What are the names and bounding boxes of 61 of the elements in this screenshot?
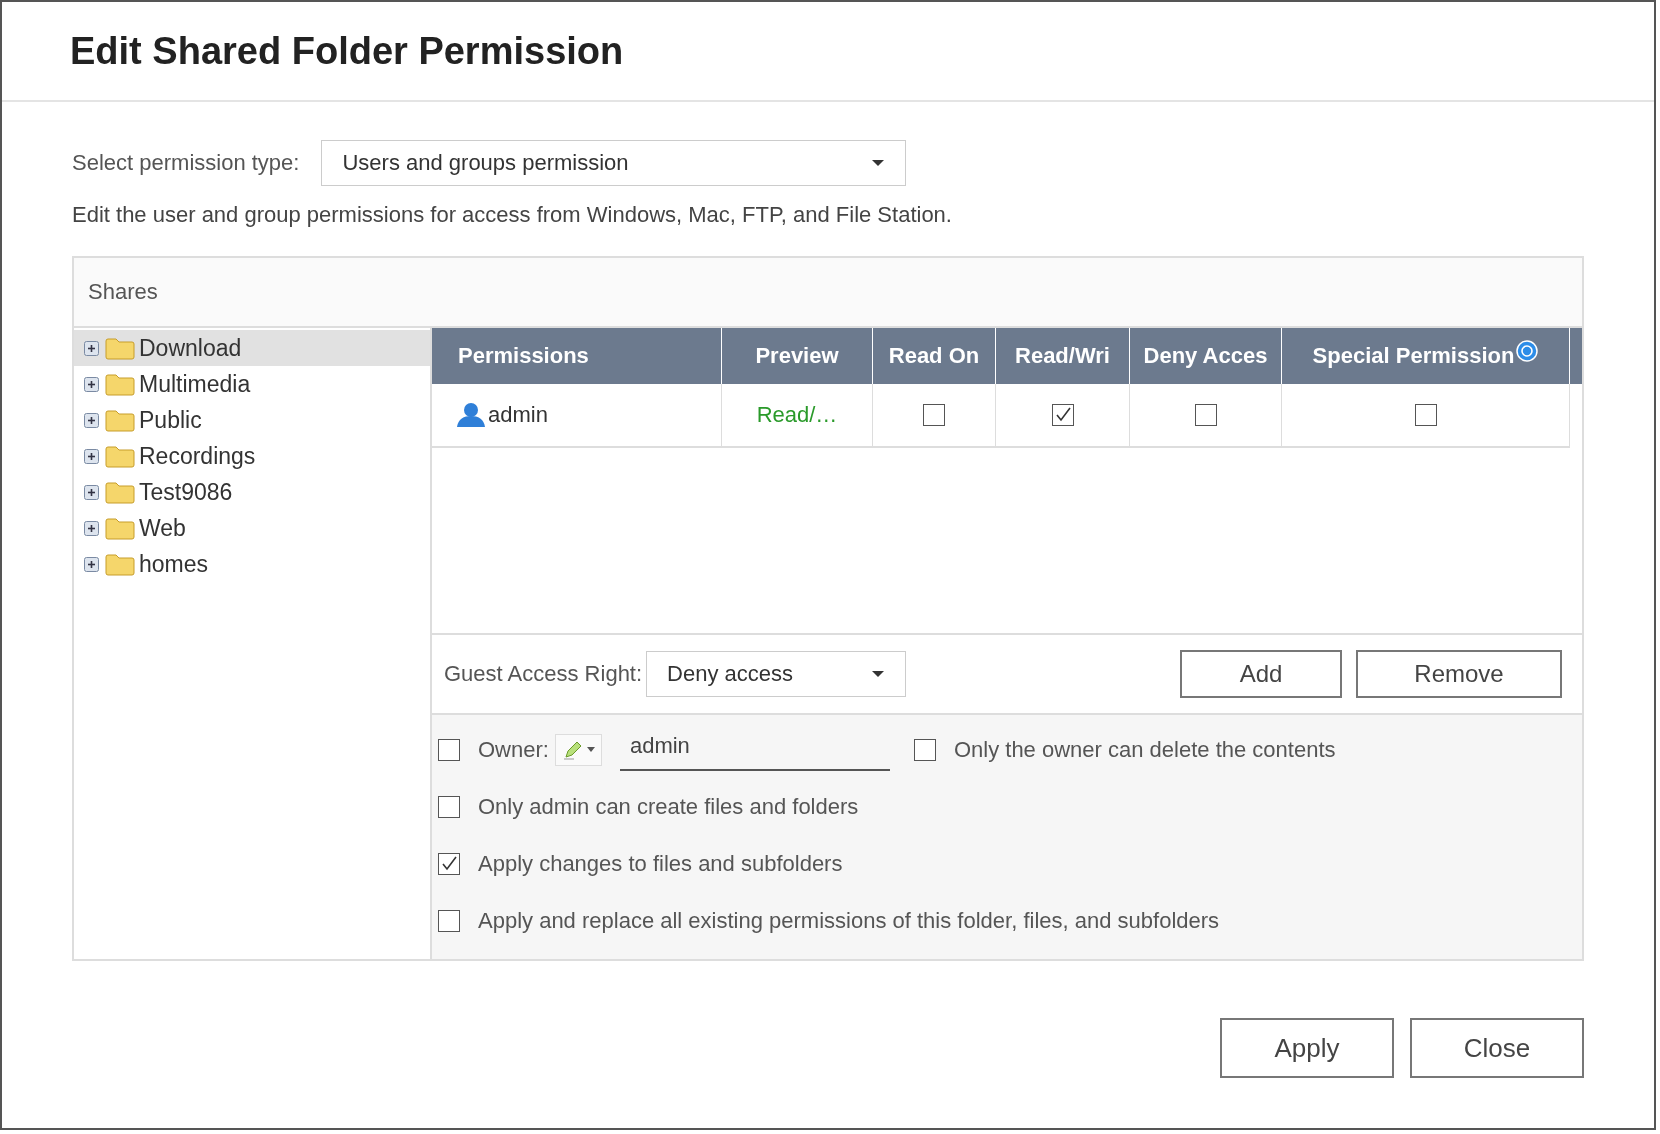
option-label: Only admin can create files and folders	[478, 793, 859, 820]
action-button[interactable]: Add	[1180, 650, 1342, 698]
preview-text: Read/…	[756, 402, 838, 428]
option-checkbox[interactable]	[438, 795, 460, 818]
edit-owner-button[interactable]	[554, 733, 602, 766]
expand-icon[interactable]	[84, 376, 99, 392]
folder-item[interactable]: Recordings	[74, 438, 430, 474]
expand-icon[interactable]	[84, 484, 99, 500]
column-header: Preview	[755, 343, 839, 369]
option-checkbox[interactable]	[438, 909, 460, 932]
owner-delete-checkbox[interactable]	[913, 738, 936, 761]
option-label: Apply changes to files and subfolders	[478, 850, 843, 877]
option-label: Apply and replace all existing permissions of this folder, files, and subfolders	[478, 907, 1220, 934]
owner-checkbox[interactable]	[438, 738, 460, 761]
permission-checkbox[interactable]	[1194, 404, 1217, 426]
caret-icon	[871, 159, 886, 167]
folder-icon	[105, 372, 135, 396]
owner-field[interactable]: admin	[619, 728, 890, 771]
permission-type-dropdown[interactable]: Users and groups permission	[321, 140, 907, 186]
permission-type-label: Select permission type:	[72, 150, 300, 176]
owner-label: Owner:	[478, 736, 549, 763]
expand-icon[interactable]	[84, 520, 99, 536]
folder-item[interactable]: Public	[74, 402, 430, 438]
folder-icon	[105, 336, 135, 360]
folder-icon	[105, 444, 135, 468]
folder-item[interactable]: Test9086	[74, 474, 430, 510]
column-header: Read/Wri	[1015, 343, 1110, 369]
dialog-title: Edit Shared Folder Permission	[70, 29, 624, 73]
folder-item[interactable]: Multimedia	[74, 366, 430, 402]
guest-access-dropdown[interactable]: Deny access	[646, 651, 907, 697]
permission-checkbox[interactable]	[1414, 404, 1437, 426]
folder-icon	[105, 552, 135, 576]
folder-item[interactable]: Download	[74, 330, 430, 366]
column-header: Special Permission	[1312, 343, 1515, 369]
folder-icon	[105, 480, 135, 504]
option-label: Only the owner can delete the contents	[953, 736, 1336, 763]
permission-checkbox[interactable]	[1051, 404, 1074, 426]
expand-icon[interactable]	[84, 448, 99, 464]
folder-item[interactable]: Web	[74, 510, 430, 546]
action-button[interactable]: Remove	[1356, 650, 1562, 698]
shares-header: Shares	[88, 279, 158, 305]
caret-icon	[586, 747, 595, 752]
dialog-button[interactable]: Apply	[1220, 1018, 1394, 1078]
expand-icon[interactable]	[84, 340, 99, 356]
user-icon	[456, 402, 486, 428]
option-checkbox[interactable]	[438, 852, 460, 875]
folder-icon	[105, 408, 135, 432]
help-icon[interactable]	[1516, 340, 1539, 362]
caret-icon	[871, 670, 886, 678]
expand-icon[interactable]	[84, 556, 99, 572]
folder-icon	[105, 516, 135, 540]
permission-checkbox[interactable]	[923, 404, 945, 426]
expand-icon[interactable]	[84, 412, 99, 428]
column-header: Read On	[888, 343, 980, 369]
column-header: Permissions	[458, 343, 589, 369]
user-name: admin	[488, 402, 548, 428]
dialog-button[interactable]: Close	[1410, 1018, 1584, 1078]
folder-item[interactable]: homes	[74, 546, 430, 582]
guest-access-label: Guest Access Right:	[444, 661, 643, 687]
column-header: Deny Acces	[1143, 343, 1268, 369]
description-text: Edit the user and group permissions for access from Windows, Mac, FTP, and File Station.	[72, 202, 953, 228]
